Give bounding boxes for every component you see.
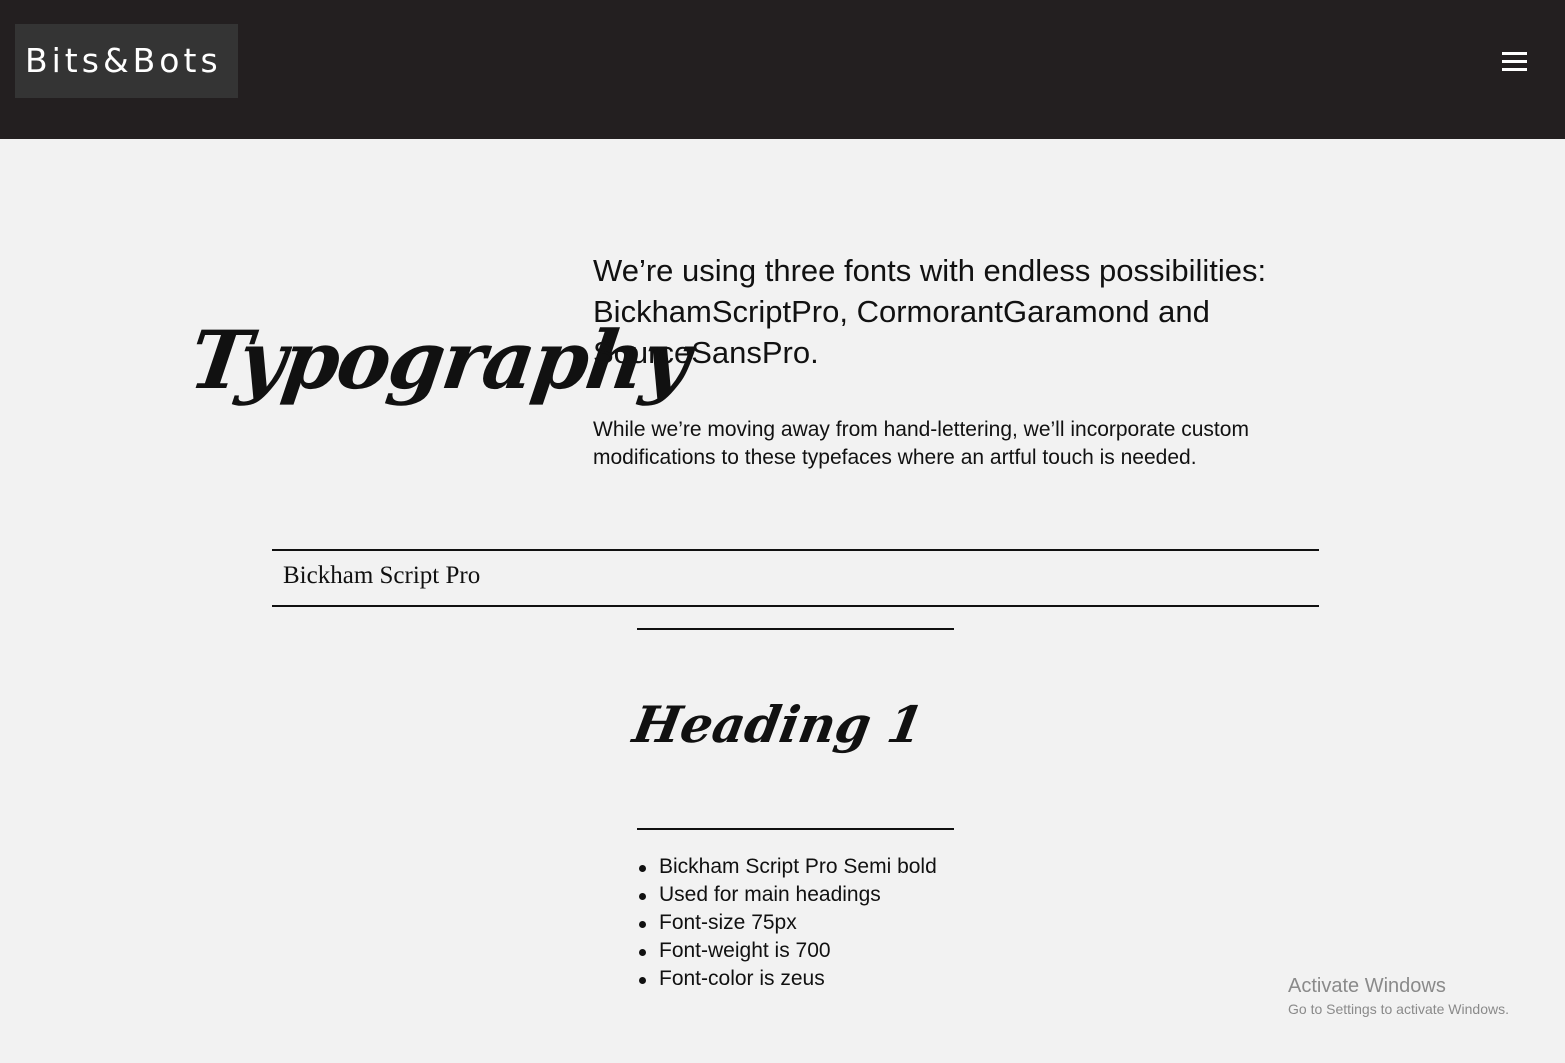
font-section-header: Bickham Script Pro	[272, 549, 1319, 607]
windows-activation-watermark: Activate Windows Go to Settings to activ…	[1288, 974, 1548, 1020]
intro-body-text: While we’re moving away from hand-letter…	[593, 418, 1249, 469]
font-name-label: Bickham Script Pro	[283, 562, 481, 589]
sample-divider-bottom	[637, 828, 954, 830]
list-item: Font-color is zeus	[639, 965, 1019, 993]
intro-lead-text: We’re using three fonts with endless pos…	[593, 253, 1267, 370]
top-navigation-bar: Bits&Bots	[0, 0, 1565, 139]
watermark-subtitle: Go to Settings to activate Windows.	[1288, 1001, 1509, 1017]
list-item: Used for main headings	[639, 881, 1019, 909]
hamburger-menu-icon[interactable]	[1502, 49, 1534, 79]
list-item: Font-weight is 700	[639, 937, 1019, 965]
menu-line	[1502, 68, 1527, 71]
menu-line	[1502, 52, 1527, 55]
sample-heading-1: Heading 1	[628, 695, 929, 754]
site-logo[interactable]: Bits&Bots	[15, 24, 238, 98]
watermark-title: Activate Windows	[1288, 975, 1446, 997]
list-item: Bickham Script Pro Semi bold	[639, 853, 1019, 881]
menu-line	[1502, 60, 1527, 63]
list-item: Font-size 75px	[639, 909, 1019, 937]
typography-script-title: Typography	[184, 313, 695, 407]
font-spec-list: Bickham Script Pro Semi bold Used for ma…	[639, 853, 1019, 993]
sample-divider-top	[637, 628, 954, 630]
